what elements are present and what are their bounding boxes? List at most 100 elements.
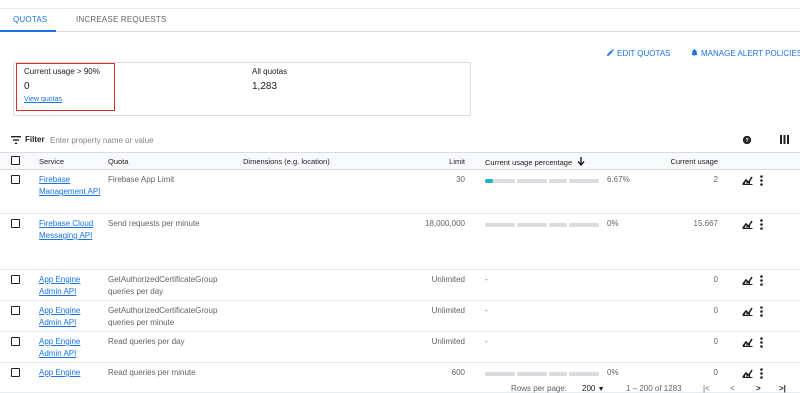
current-usage-value: 2 <box>713 175 718 184</box>
rows-per-page-select[interactable]: 200 ▼ <box>582 384 605 393</box>
manage-alert-policies-label: MANAGE ALERT POLICIES <box>701 49 800 58</box>
edit-quotas-label: EDIT QUOTAS <box>617 49 671 58</box>
active-tab-indicator <box>0 30 56 32</box>
header-current-usage[interactable]: Current usage <box>638 157 718 166</box>
quota-limit: 18,000,000 <box>424 219 465 228</box>
pagination-bar: Rows per page: 200 ▼ 1 – 200 of 1283 |< … <box>0 382 800 393</box>
row-checkbox[interactable] <box>11 175 20 184</box>
usage-bar-track <box>485 372 515 376</box>
quota-limit: 600 <box>451 368 465 377</box>
current-usage-value: 0 <box>24 81 30 92</box>
alert-bell-icon <box>691 48 698 57</box>
monitoring-chart-icon[interactable] <box>742 176 753 187</box>
view-quotas-link[interactable]: View quotas <box>24 96 62 103</box>
table-row: Firebase Cloud Messaging API Send request… <box>0 214 800 270</box>
row-checkbox[interactable] <box>11 337 20 346</box>
quota-name: GetAuthorizedCertificateGroup queries pe… <box>108 306 218 327</box>
usage-bar-track <box>517 179 547 183</box>
filter-icon <box>11 136 21 144</box>
last-page-icon[interactable]: >| <box>779 384 786 393</box>
service-link[interactable]: App Engine Admin API <box>39 305 101 329</box>
help-icon[interactable]: ? <box>742 135 752 145</box>
tab-quotas[interactable]: QUOTAS <box>13 15 47 24</box>
filter-input[interactable] <box>50 133 350 147</box>
monitoring-chart-icon[interactable] <box>742 276 753 287</box>
more-vert-icon[interactable] <box>760 368 763 381</box>
table-row: App Engine Admin API GetAuthorizedCertifi… <box>0 270 800 301</box>
usage-bar <box>485 179 599 183</box>
service-link[interactable]: App Engine Admin API <box>39 336 101 360</box>
tab-bar: QUOTAS INCREASE REQUESTS <box>0 9 800 32</box>
quota-name: Send requests per minute <box>108 219 200 228</box>
quota-limit: Unlimited <box>431 337 465 346</box>
manage-alert-policies-button[interactable]: MANAGE ALERT POLICIES <box>690 48 800 58</box>
quota-limit: Unlimited <box>431 275 465 284</box>
header-limit[interactable]: Limit <box>375 157 465 166</box>
table-row: App Engine Admin API Read queries per day… <box>0 332 800 363</box>
table-row: App Engine Admin API GetAuthorizedCertifi… <box>0 301 800 332</box>
current-usage-value: 0 <box>713 368 718 377</box>
edit-icon <box>607 49 614 56</box>
toolbar-actions: EDIT QUOTAS MANAGE ALERT POLICIES <box>0 48 800 60</box>
row-checkbox[interactable] <box>11 368 20 377</box>
service-link[interactable]: Firebase Cloud Messaging API <box>39 218 101 242</box>
more-vert-icon[interactable] <box>760 306 763 319</box>
header-quota[interactable]: Quota <box>108 157 128 166</box>
select-all-checkbox[interactable] <box>11 156 20 165</box>
quota-name: Read queries per minute <box>108 368 196 377</box>
usage-summary-card: Current usage > 90% 0 View quotas All qu… <box>13 62 471 116</box>
current-usage-value: 0 <box>713 275 718 284</box>
row-checkbox[interactable] <box>11 219 20 228</box>
usage-bar-track <box>549 179 567 183</box>
usage-bar-track <box>549 372 567 376</box>
usage-percentage-text: - <box>485 306 488 315</box>
sort-descending-icon <box>577 157 585 167</box>
quota-name: Read queries per day <box>108 337 185 346</box>
service-link[interactable]: Firebase Management API <box>39 174 101 198</box>
usage-bar-track <box>517 372 547 376</box>
row-checkbox[interactable] <box>11 306 20 315</box>
monitoring-chart-icon[interactable] <box>742 369 753 380</box>
pagination-range: 1 – 200 of 1283 <box>626 384 682 393</box>
usage-bar <box>485 372 599 376</box>
usage-bar-track <box>549 223 567 227</box>
more-vert-icon[interactable] <box>760 275 763 288</box>
service-link[interactable]: App Engine <box>39 367 101 379</box>
current-usage-value: 0 <box>713 306 718 315</box>
usage-percentage-text: - <box>485 337 488 346</box>
all-quotas-label: All quotas <box>252 67 288 76</box>
quota-limit: 30 <box>456 175 465 184</box>
rows-per-page-label: Rows per page: <box>511 384 568 393</box>
usage-bar-track <box>517 223 547 227</box>
current-usage-value: 15.667 <box>693 219 718 228</box>
usage-bar-track <box>569 223 599 227</box>
tab-increase-requests[interactable]: INCREASE REQUESTS <box>76 15 167 24</box>
current-usage-label: Current usage > 90% <box>24 67 100 76</box>
usage-bar <box>485 223 599 227</box>
column-display-icon[interactable] <box>780 135 789 144</box>
monitoring-chart-icon[interactable] <box>742 307 753 318</box>
edit-quotas-button[interactable]: EDIT QUOTAS <box>606 48 671 58</box>
first-page-icon[interactable]: |< <box>703 384 710 393</box>
usage-bar-track <box>569 179 599 183</box>
table-header: Service Quota Dimensions (e.g. location)… <box>0 152 800 170</box>
next-page-icon[interactable]: > <box>756 384 761 393</box>
quota-name: GetAuthorizedCertificateGroup queries pe… <box>108 275 218 296</box>
filter-label: Filter <box>25 135 45 144</box>
previous-page-icon[interactable]: < <box>730 384 735 393</box>
filter-bar: Filter ? <box>0 131 800 151</box>
monitoring-chart-icon[interactable] <box>742 220 753 231</box>
monitoring-chart-icon[interactable] <box>742 338 753 349</box>
header-usage-percentage[interactable]: Current usage percentage <box>485 157 585 167</box>
service-link[interactable]: App Engine Admin API <box>39 274 101 298</box>
more-vert-icon[interactable] <box>760 219 763 232</box>
header-dimensions[interactable]: Dimensions (e.g. location) <box>243 157 330 166</box>
header-service[interactable]: Service <box>39 157 64 166</box>
row-checkbox[interactable] <box>11 275 20 284</box>
usage-percentage-text: 0% <box>607 219 619 228</box>
more-vert-icon[interactable] <box>760 337 763 350</box>
quota-name: Firebase App Limit <box>108 175 175 184</box>
rows-per-page-value: 200 <box>582 384 596 393</box>
table-row: Firebase Management API Firebase App Limi… <box>0 170 800 214</box>
more-vert-icon[interactable] <box>760 175 763 188</box>
